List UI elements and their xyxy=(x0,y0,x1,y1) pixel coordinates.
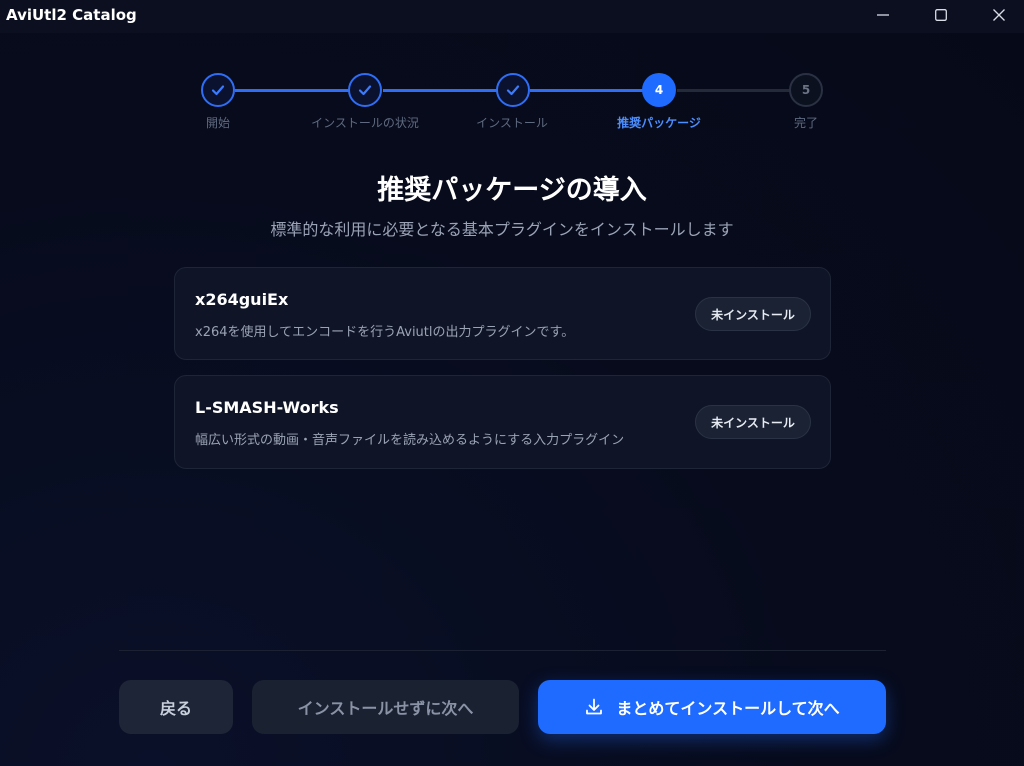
install-status-badge: 未インストール xyxy=(695,297,811,331)
check-icon xyxy=(211,85,225,96)
package-description: 幅広い形式の動画・音声ファイルを読み込めるようにする入力プラグイン xyxy=(195,433,625,448)
step-1-circle xyxy=(201,73,235,107)
package-card-x264guiex: x264guiEx x264を使用してエンコードを行うAviutlの出力プラグイ… xyxy=(174,267,831,360)
step-2-label: インストールの状況 xyxy=(311,116,419,130)
package-description: x264を使用してエンコードを行うAviutlの出力プラグインです。 xyxy=(195,325,575,340)
install-all-button-label: まとめてインストールして次へ xyxy=(616,699,840,718)
skip-install-button-label: インストールせずに次へ xyxy=(297,699,474,718)
check-icon xyxy=(358,85,372,96)
step-1-label: 開始 xyxy=(205,116,231,130)
step-4-label: 推奨パッケージ xyxy=(617,116,701,130)
step-5-label: 完了 xyxy=(793,116,819,130)
back-button-label: 戻る xyxy=(159,699,192,718)
install-status-badge: 未インストール xyxy=(695,405,811,439)
package-name: x264guiEx xyxy=(195,290,289,309)
skip-install-button[interactable]: インストールせずに次へ xyxy=(252,680,519,734)
step-3-circle xyxy=(496,73,530,107)
check-icon xyxy=(506,85,520,96)
step-connector xyxy=(530,89,643,92)
step-3-label: インストール xyxy=(476,116,548,130)
footer-divider xyxy=(119,650,886,651)
step-connector xyxy=(383,89,497,92)
app-window: AviUtl2 Catalog 4 5 開始 インストールの状況 インストール … xyxy=(0,0,1024,766)
step-connector xyxy=(235,89,349,92)
download-icon xyxy=(586,698,603,715)
install-all-button[interactable]: まとめてインストールして次へ xyxy=(538,680,886,734)
package-card-l-smash-works: L-SMASH-Works 幅広い形式の動画・音声ファイルを読み込めるようにする… xyxy=(174,375,831,469)
progress-stepper: 4 5 開始 インストールの状況 インストール 推奨パッケージ 完了 xyxy=(0,0,1024,140)
step-connector xyxy=(677,89,790,92)
step-5-circle: 5 xyxy=(789,73,823,107)
step-2-circle xyxy=(348,73,382,107)
page-title: 推奨パッケージの導入 xyxy=(377,175,647,206)
package-name: L-SMASH-Works xyxy=(195,398,339,417)
page-subtitle: 標準的な利用に必要となる基本プラグインをインストールします xyxy=(270,220,734,239)
step-4-circle: 4 xyxy=(642,73,676,107)
back-button[interactable]: 戻る xyxy=(119,680,233,734)
